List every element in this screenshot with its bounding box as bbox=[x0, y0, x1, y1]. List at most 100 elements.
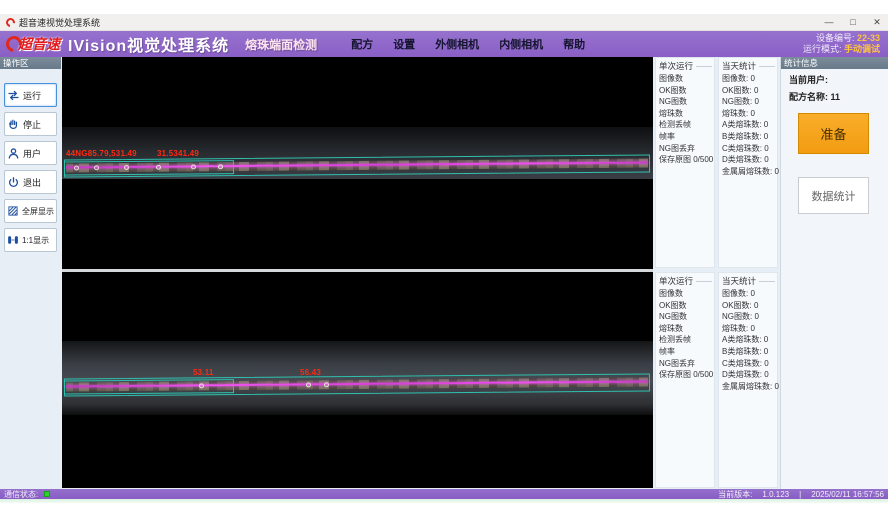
os-titlebar: 超音速视觉处理系统 — □ ✕ bbox=[0, 14, 888, 31]
single-run-stats: 单次运行 图像数OK图数NG图数熔珠数检测丢帧帧率NG图丢弃保存原图 0/500 bbox=[655, 272, 715, 488]
stat-row: 检测丢帧 bbox=[659, 119, 712, 131]
stat-row: NG图丢弃 bbox=[659, 143, 712, 155]
recipe-name-value: 11 bbox=[831, 92, 841, 102]
stat-row: 帧率 bbox=[659, 131, 712, 143]
stat-row: OK图数 bbox=[659, 300, 712, 312]
info-panel: 统计信息 当前用户: 配方名称: 11 准备 数据统计 bbox=[780, 57, 888, 489]
outer-camera-view: 44NG85.79,531.49 31.5341.49 bbox=[62, 57, 653, 269]
menu-item[interactable]: 配方 bbox=[351, 36, 373, 52]
run-button[interactable]: 运行 bbox=[4, 83, 57, 107]
fullscreen-button-label: 全屏显示 bbox=[22, 206, 54, 217]
fullscreen-button[interactable]: 全屏显示 bbox=[4, 199, 57, 223]
statusbar-separator: | bbox=[799, 490, 801, 499]
version-label: 当前版本: bbox=[718, 489, 752, 500]
power-icon bbox=[7, 176, 20, 189]
stat-row: NG图数 bbox=[659, 96, 712, 108]
version-value: 1.0.123 bbox=[762, 490, 789, 499]
app-header: 超音速 IVision视觉处理系统 熔珠端面检测 配方设置外侧相机内侧相机帮助 … bbox=[0, 31, 888, 57]
sidebar-title: 操作区 bbox=[0, 57, 61, 69]
group-title: 单次运行 bbox=[659, 275, 712, 287]
stop-button[interactable]: 停止 bbox=[4, 112, 57, 136]
menu-item[interactable]: 外侧相机 bbox=[435, 36, 479, 52]
bottom-accent-strip bbox=[0, 499, 888, 503]
stat-row: OK图数 bbox=[659, 85, 712, 97]
stat-row: C类熔珠数: 0 bbox=[722, 143, 775, 155]
os-window-title: 超音速视觉处理系统 bbox=[19, 16, 100, 29]
run-mode-label: 运行模式: bbox=[803, 44, 842, 54]
measurement-annotation: 44NG85.79,531.49 bbox=[66, 149, 137, 158]
stat-row: D类熔珠数: 0 bbox=[722, 154, 775, 166]
today-stats: 当天统计 图像数: 0OK图数: 0NG图数: 0熔珠数: 0A类熔珠数: 0B… bbox=[718, 272, 778, 488]
stat-row: B类熔珠数: 0 bbox=[722, 346, 775, 358]
measurement-annotation: 31.5341.49 bbox=[157, 149, 199, 158]
stat-row: NG图数 bbox=[659, 311, 712, 323]
stat-row: NG图数: 0 bbox=[722, 311, 775, 323]
group-title: 当天统计 bbox=[722, 60, 775, 72]
user-icon bbox=[7, 147, 20, 160]
stat-row: A类熔珠数: 0 bbox=[722, 334, 775, 346]
stat-row: NG图数: 0 bbox=[722, 96, 775, 108]
maximize-icon[interactable]: □ bbox=[848, 17, 858, 28]
device-info: 设备编号: 22-33 运行模式: 手动调试 bbox=[803, 33, 880, 55]
stat-row: C类熔珠数: 0 bbox=[722, 358, 775, 370]
stop-hand-icon bbox=[7, 118, 20, 131]
stat-row: 金属屑熔珠数: 0 bbox=[722, 166, 775, 178]
main-menu: 配方 设置 外侧相机 内侧相机 帮助 bbox=[351, 36, 585, 52]
stat-row: OK图数: 0 bbox=[722, 85, 775, 97]
stat-row: 保存原图 0/500 bbox=[659, 154, 712, 166]
group-title: 单次运行 bbox=[659, 60, 712, 72]
stat-row: 图像数: 0 bbox=[722, 288, 775, 300]
current-user-label: 当前用户: bbox=[789, 75, 828, 85]
menu-item[interactable]: 帮助 bbox=[563, 36, 585, 52]
recipe-name-label: 配方名称: bbox=[789, 92, 828, 102]
run-icon bbox=[7, 89, 20, 102]
stat-row: 金属屑熔珠数: 0 bbox=[722, 381, 775, 393]
stat-row: A类熔珠数: 0 bbox=[722, 119, 775, 131]
status-bar: 通信状态: 当前版本: 1.0.123 | 2025/02/11 16:57:5… bbox=[0, 489, 888, 499]
stat-row: 图像数: 0 bbox=[722, 73, 775, 85]
prepare-button[interactable]: 准备 bbox=[798, 113, 869, 154]
stat-row: 帧率 bbox=[659, 346, 712, 358]
main-area: 操作区 运行 bbox=[0, 57, 888, 489]
stat-row: 熔珠数: 0 bbox=[722, 108, 775, 120]
brand-name: 超音速 bbox=[18, 34, 60, 54]
one-to-one-button[interactable]: 1:1显示 bbox=[4, 228, 57, 252]
statistics-area: 单次运行 图像数OK图数NG图数熔珠数检测丢帧帧率NG图丢弃保存原图 0/500… bbox=[655, 57, 779, 488]
info-panel-title: 统计信息 bbox=[781, 57, 888, 69]
close-icon[interactable]: ✕ bbox=[872, 17, 882, 28]
stat-row: 保存原图 0/500 bbox=[659, 369, 712, 381]
app-window: 超音速视觉处理系统 — □ ✕ 超音速 IVision视觉处理系统 熔珠端面检测… bbox=[0, 0, 888, 522]
exit-button-label: 退出 bbox=[23, 176, 41, 189]
detection-roi-subframe bbox=[64, 379, 234, 394]
stat-row: 检测丢帧 bbox=[659, 334, 712, 346]
stat-row: 熔珠数 bbox=[659, 108, 712, 120]
menu-item[interactable]: 设置 bbox=[393, 36, 415, 52]
stat-row: OK图数: 0 bbox=[722, 300, 775, 312]
user-button-label: 用户 bbox=[23, 147, 41, 160]
stat-row: 熔珠数 bbox=[659, 323, 712, 335]
stats-panel-bottom: 单次运行 图像数OK图数NG图数熔珠数检测丢帧帧率NG图丢弃保存原图 0/500… bbox=[655, 272, 779, 488]
stat-row: 熔珠数: 0 bbox=[722, 323, 775, 335]
measurement-annotation: 53.11 bbox=[193, 368, 214, 377]
page-title: IVision视觉处理系统 bbox=[68, 32, 229, 56]
one-to-one-button-label: 1:1显示 bbox=[22, 235, 49, 246]
datetime-value: 2025/02/11 16:57:56 bbox=[811, 490, 884, 499]
today-stats: 当天统计 图像数: 0OK图数: 0NG图数: 0熔珠数: 0A类熔珠数: 0B… bbox=[718, 57, 778, 268]
app-icon bbox=[4, 16, 17, 29]
comm-status-label: 通信状态: bbox=[4, 489, 38, 500]
one-to-one-icon bbox=[7, 234, 19, 246]
device-number-label: 设备编号: bbox=[816, 33, 855, 43]
page-subtitle: 熔珠端面检测 bbox=[245, 36, 317, 53]
comm-status-indicator bbox=[44, 491, 50, 497]
menu-item[interactable]: 内侧相机 bbox=[499, 36, 543, 52]
minimize-icon[interactable]: — bbox=[824, 17, 834, 28]
stat-row: 图像数 bbox=[659, 73, 712, 85]
camera-viewport: 44NG85.79,531.49 31.5341.49 bbox=[62, 57, 653, 488]
device-number-value: 22-33 bbox=[857, 33, 880, 43]
user-button[interactable]: 用户 bbox=[4, 141, 57, 165]
run-mode-value: 手动调试 bbox=[844, 44, 880, 54]
run-button-label: 运行 bbox=[23, 89, 41, 102]
stat-row: D类熔珠数: 0 bbox=[722, 369, 775, 381]
data-statistics-button[interactable]: 数据统计 bbox=[798, 177, 869, 214]
exit-button[interactable]: 退出 bbox=[4, 170, 57, 194]
